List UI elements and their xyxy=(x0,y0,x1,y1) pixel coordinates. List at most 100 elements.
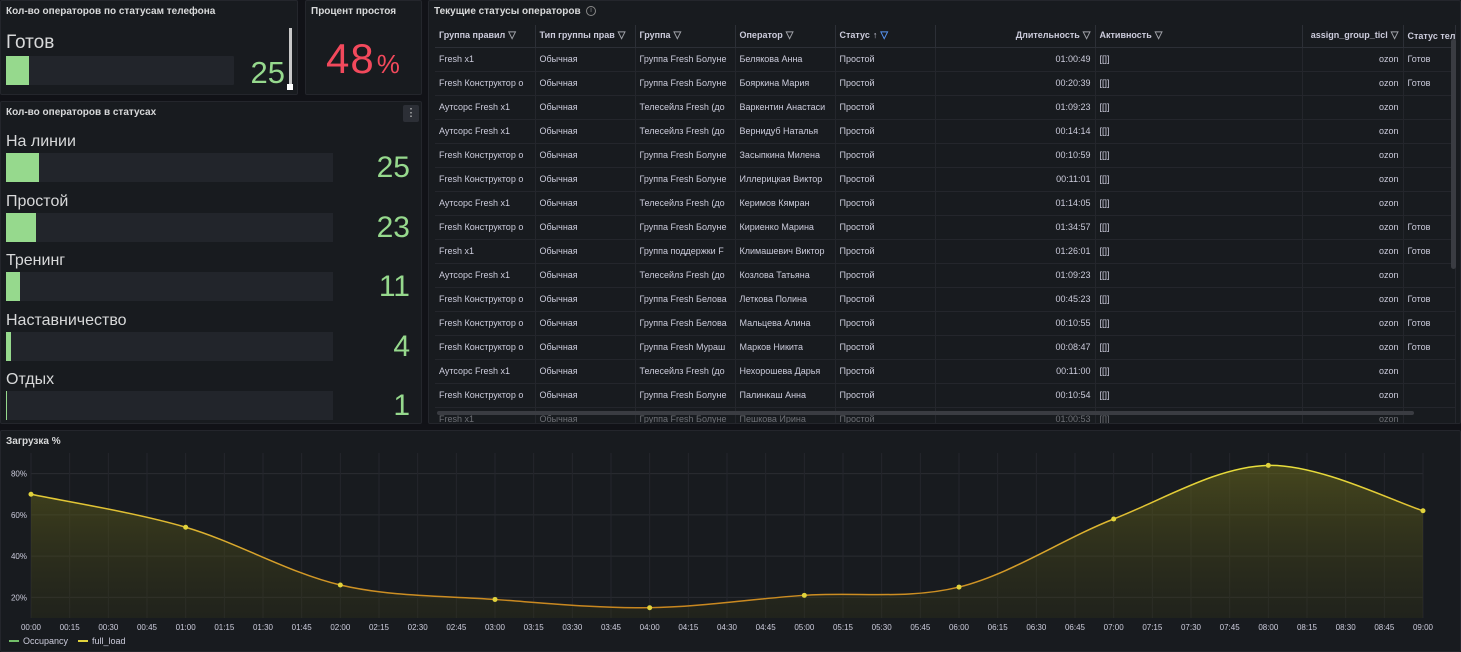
table-cell: 01:00:49 xyxy=(935,47,1096,72)
table-row[interactable]: Fresh Конструктор о Обычная Группа Fresh Б… xyxy=(435,71,1456,96)
table-cell: 00:10:59 xyxy=(935,143,1096,168)
table-cell: Обычная xyxy=(535,47,636,72)
column-header[interactable]: Статус теле xyxy=(1403,25,1456,48)
panel-title: Кол-во операторов по статусам телефона xyxy=(6,6,216,17)
legend-item[interactable]: full_load xyxy=(78,636,126,646)
table-cell: [[]] xyxy=(1095,95,1303,120)
table-cell: Группа поддержки F xyxy=(635,239,736,264)
table-row[interactable]: Fresh Конструктор о Обычная Группа Fresh Б… xyxy=(435,167,1456,192)
column-header-label: Активность xyxy=(1099,30,1152,41)
filter-icon[interactable]: ▽ xyxy=(786,30,794,41)
table-row[interactable]: Fresh Конструктор о Обычная Группа Fresh Б… xyxy=(435,311,1456,336)
legend-item[interactable]: Occupancy xyxy=(9,636,68,646)
horizontal-scrollbar[interactable] xyxy=(437,411,1414,415)
resize-handle[interactable] xyxy=(287,84,293,90)
status-row: Тренинг 11 xyxy=(6,252,416,310)
table-row[interactable]: Fresh Конструктор о Обычная Группа Fresh Б… xyxy=(435,215,1456,240)
table-cell xyxy=(1403,359,1456,384)
column-header[interactable]: Тип группы прав ▽ xyxy=(535,25,636,48)
scrollbar[interactable] xyxy=(289,28,292,84)
x-tick-label: 08:00 xyxy=(1258,623,1279,632)
table-cell: 01:09:23 xyxy=(935,95,1096,120)
table-row[interactable]: Fresh x1 Обычная Группа Fresh Болуне Пешков… xyxy=(435,407,1456,423)
table-cell: 01:09:23 xyxy=(935,263,1096,288)
x-tick-label: 07:00 xyxy=(1104,623,1125,632)
column-header[interactable]: Длительность ▽ xyxy=(935,25,1096,48)
table-cell: Группа Fresh Болуне xyxy=(635,47,736,72)
status-label: Отдых xyxy=(6,371,55,388)
table-cell: Обычная xyxy=(535,167,636,192)
column-header[interactable]: Группа правил ▽ xyxy=(435,25,536,48)
table-cell: Нехорошева Дарья xyxy=(735,359,836,384)
table-cell: Вернидуб Наталья xyxy=(735,119,836,144)
kebab-menu-icon[interactable]: ⋮ xyxy=(403,105,419,122)
column-header[interactable]: Оператор ▽ xyxy=(735,25,836,48)
filter-icon[interactable]: ▽ xyxy=(1391,30,1399,41)
table-cell: Fresh Конструктор о xyxy=(435,71,536,96)
sort-ascending-icon[interactable]: ↑ xyxy=(873,30,878,40)
column-header-label: Группа правил xyxy=(439,30,506,41)
table-cell: Готов xyxy=(1403,71,1456,96)
table-cell: Группа Fresh Болуне xyxy=(635,71,736,96)
table-row[interactable]: Fresh Конструктор о Обычная Группа Fresh Б… xyxy=(435,143,1456,168)
column-header[interactable]: Статус ↑ ▽ xyxy=(835,25,936,48)
vertical-scrollbar[interactable] xyxy=(1451,39,1456,269)
column-header-label: Статус xyxy=(839,30,870,41)
x-tick-label: 03:45 xyxy=(601,623,622,632)
info-icon[interactable]: i xyxy=(586,6,596,16)
table-cell: Готов xyxy=(1403,287,1456,312)
table-row[interactable]: Fresh x1 Обычная Группа поддержки F Климаше… xyxy=(435,239,1456,264)
table-row[interactable]: Аутсорс Fresh x1 Обычная Телесейлз Fresh (… xyxy=(435,95,1456,120)
column-header[interactable]: assign_group_ticl ▽ xyxy=(1302,25,1404,48)
status-label: Простой xyxy=(6,192,69,210)
status-row: На линии 25 xyxy=(6,133,416,191)
table-row[interactable]: Аутсорс Fresh x1 Обычная Телесейлз Fresh (… xyxy=(435,263,1456,288)
table-cell: ozon xyxy=(1302,47,1404,72)
filter-icon[interactable]: ▽ xyxy=(1083,30,1091,41)
filter-icon[interactable]: ▽ xyxy=(880,30,888,41)
table-cell: Аутсорс Fresh x1 xyxy=(435,359,536,384)
column-header[interactable]: Группа ▽ xyxy=(635,25,736,48)
table-cell: Группа Fresh Мураш xyxy=(635,335,736,360)
table-cell: Телесейлз Fresh (до xyxy=(635,95,736,120)
column-header[interactable]: Активность ▽ xyxy=(1095,25,1303,48)
table-cell: Группа Fresh Болуне xyxy=(635,383,736,408)
table-cell: Готов xyxy=(1403,215,1456,240)
table-row[interactable]: Fresh x1 Обычная Группа Fresh Болуне Беляко… xyxy=(435,47,1456,72)
table-cell: Fresh x1 xyxy=(435,407,536,423)
table-row[interactable]: Аутсорс Fresh x1 Обычная Телесейлз Fresh (… xyxy=(435,119,1456,144)
table-row[interactable]: Fresh Конструктор о Обычная Группа Fresh Б… xyxy=(435,383,1456,408)
table-cell: Fresh Конструктор о xyxy=(435,287,536,312)
status-value: 23 xyxy=(376,210,410,244)
x-tick-label: 07:15 xyxy=(1142,623,1163,632)
table-cell: Обычная xyxy=(535,359,636,384)
x-tick-label: 00:00 xyxy=(21,623,42,632)
table-cell: Простой xyxy=(835,239,936,264)
table-cell: Козлова Татьяна xyxy=(735,263,836,288)
table-cell: Обычная xyxy=(535,71,636,96)
table-cell: Простой xyxy=(835,167,936,192)
table-row[interactable]: Аутсорс Fresh x1 Обычная Телесейлз Fresh (… xyxy=(435,191,1456,216)
table-cell: 00:11:00 xyxy=(935,359,1096,384)
table-row[interactable]: Fresh Конструктор о Обычная Группа Fresh М… xyxy=(435,335,1456,360)
data-point xyxy=(183,524,189,530)
x-tick-label: 06:30 xyxy=(1026,623,1047,632)
table-cell: Простой xyxy=(835,287,936,312)
table-cell: Обычная xyxy=(535,239,636,264)
table-cell: Иллерицкая Виктор xyxy=(735,167,836,192)
table-cell: ozon xyxy=(1302,335,1404,360)
panel-title: Кол-во операторов в статусах xyxy=(6,107,157,118)
status-label: Тренинг xyxy=(6,252,66,269)
filter-icon[interactable]: ▽ xyxy=(508,30,516,41)
filter-icon[interactable]: ▽ xyxy=(1155,30,1163,41)
status-row: Отдых 1 xyxy=(6,371,416,423)
table-row[interactable]: Fresh Конструктор о Обычная Группа Fresh Б… xyxy=(435,287,1456,312)
table-cell: Обычная xyxy=(535,263,636,288)
filter-icon[interactable]: ▽ xyxy=(618,30,626,41)
filter-icon[interactable]: ▽ xyxy=(674,30,682,41)
table-row[interactable]: Аутсорс Fresh x1 Обычная Телесейлз Fresh (… xyxy=(435,359,1456,384)
status-value: 1 xyxy=(393,389,410,422)
data-point xyxy=(1420,508,1426,514)
x-tick-label: 05:30 xyxy=(872,623,893,632)
table-cell: [[]] xyxy=(1095,311,1303,336)
